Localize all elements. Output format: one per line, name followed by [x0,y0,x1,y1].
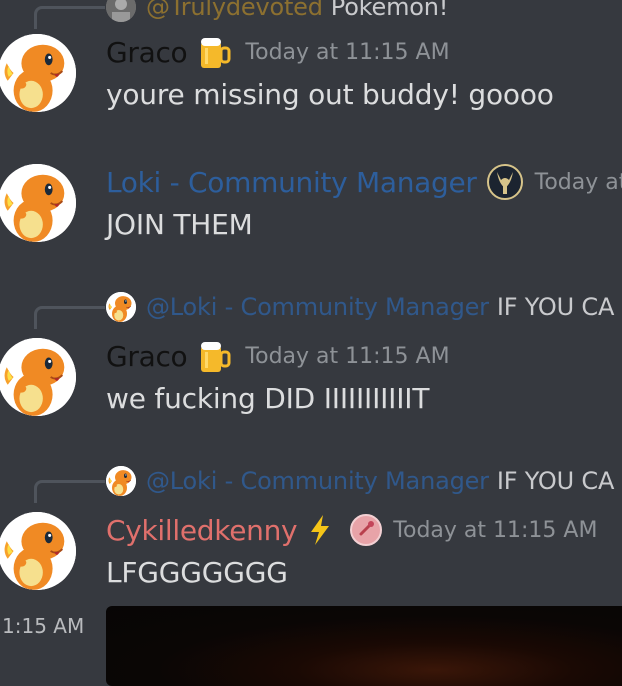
reply-mention[interactable]: @Loki - Community Manager [146,293,489,321]
beer-mug-icon [195,336,235,376]
reply-text: Pokemon! [330,0,449,21]
reply-avatar [106,0,136,22]
reply-preview[interactable]: @Loki - Community Manager IF YOU CA [106,466,614,496]
pink-orb-icon [349,513,383,547]
reply-connector [34,480,105,503]
message-header: Cykilledkenny Today at 11:15 AM [106,510,597,550]
timestamp: Today at 1 [534,169,622,195]
avatar[interactable] [0,34,76,112]
username[interactable]: Graco [106,36,188,69]
attachment-image[interactable] [106,606,622,686]
helmet-badge-icon [485,162,525,202]
reply-connector [34,306,105,329]
beer-mug-icon [195,32,235,72]
lightning-icon [305,513,335,547]
reply-preview[interactable]: @Loki - Community Manager IF YOU CA [106,292,614,322]
message-header: Graco Today at 11:15 AM [106,32,450,72]
username[interactable]: Loki - Community Manager [106,166,477,199]
message-content: JOIN THEM [106,208,253,241]
message-content: we fucking DID IIIIIIIIIIIT [106,382,430,415]
avatar[interactable] [0,164,76,242]
message-header: Graco Today at 11:15 AM [106,336,450,376]
timestamp: Today at 11:15 AM [393,517,598,543]
username[interactable]: Cykilledkenny [106,514,298,547]
reply-preview[interactable]: @Trulydevoted Pokemon! [106,0,448,22]
message-content: youre missing out buddy! goooo [106,78,554,111]
reply-avatar [106,466,136,496]
reply-mention[interactable]: @Loki - Community Manager [146,467,489,495]
reply-text: IF YOU CA [496,467,615,495]
username[interactable]: Graco [106,340,188,373]
reply-mention[interactable]: @Trulydevoted [146,0,323,21]
avatar[interactable] [0,512,76,590]
message-header: Loki - Community Manager Today at 1 [106,162,622,202]
timestamp: Today at 11:15 AM [245,39,450,65]
message-content: LFGGGGGGG [106,556,288,589]
hover-timestamp: 1:15 AM [2,614,85,638]
reply-avatar [106,292,136,322]
timestamp: Today at 11:15 AM [245,343,450,369]
avatar[interactable] [0,338,76,416]
reply-connector [34,6,105,29]
reply-text: IF YOU CA [496,293,615,321]
